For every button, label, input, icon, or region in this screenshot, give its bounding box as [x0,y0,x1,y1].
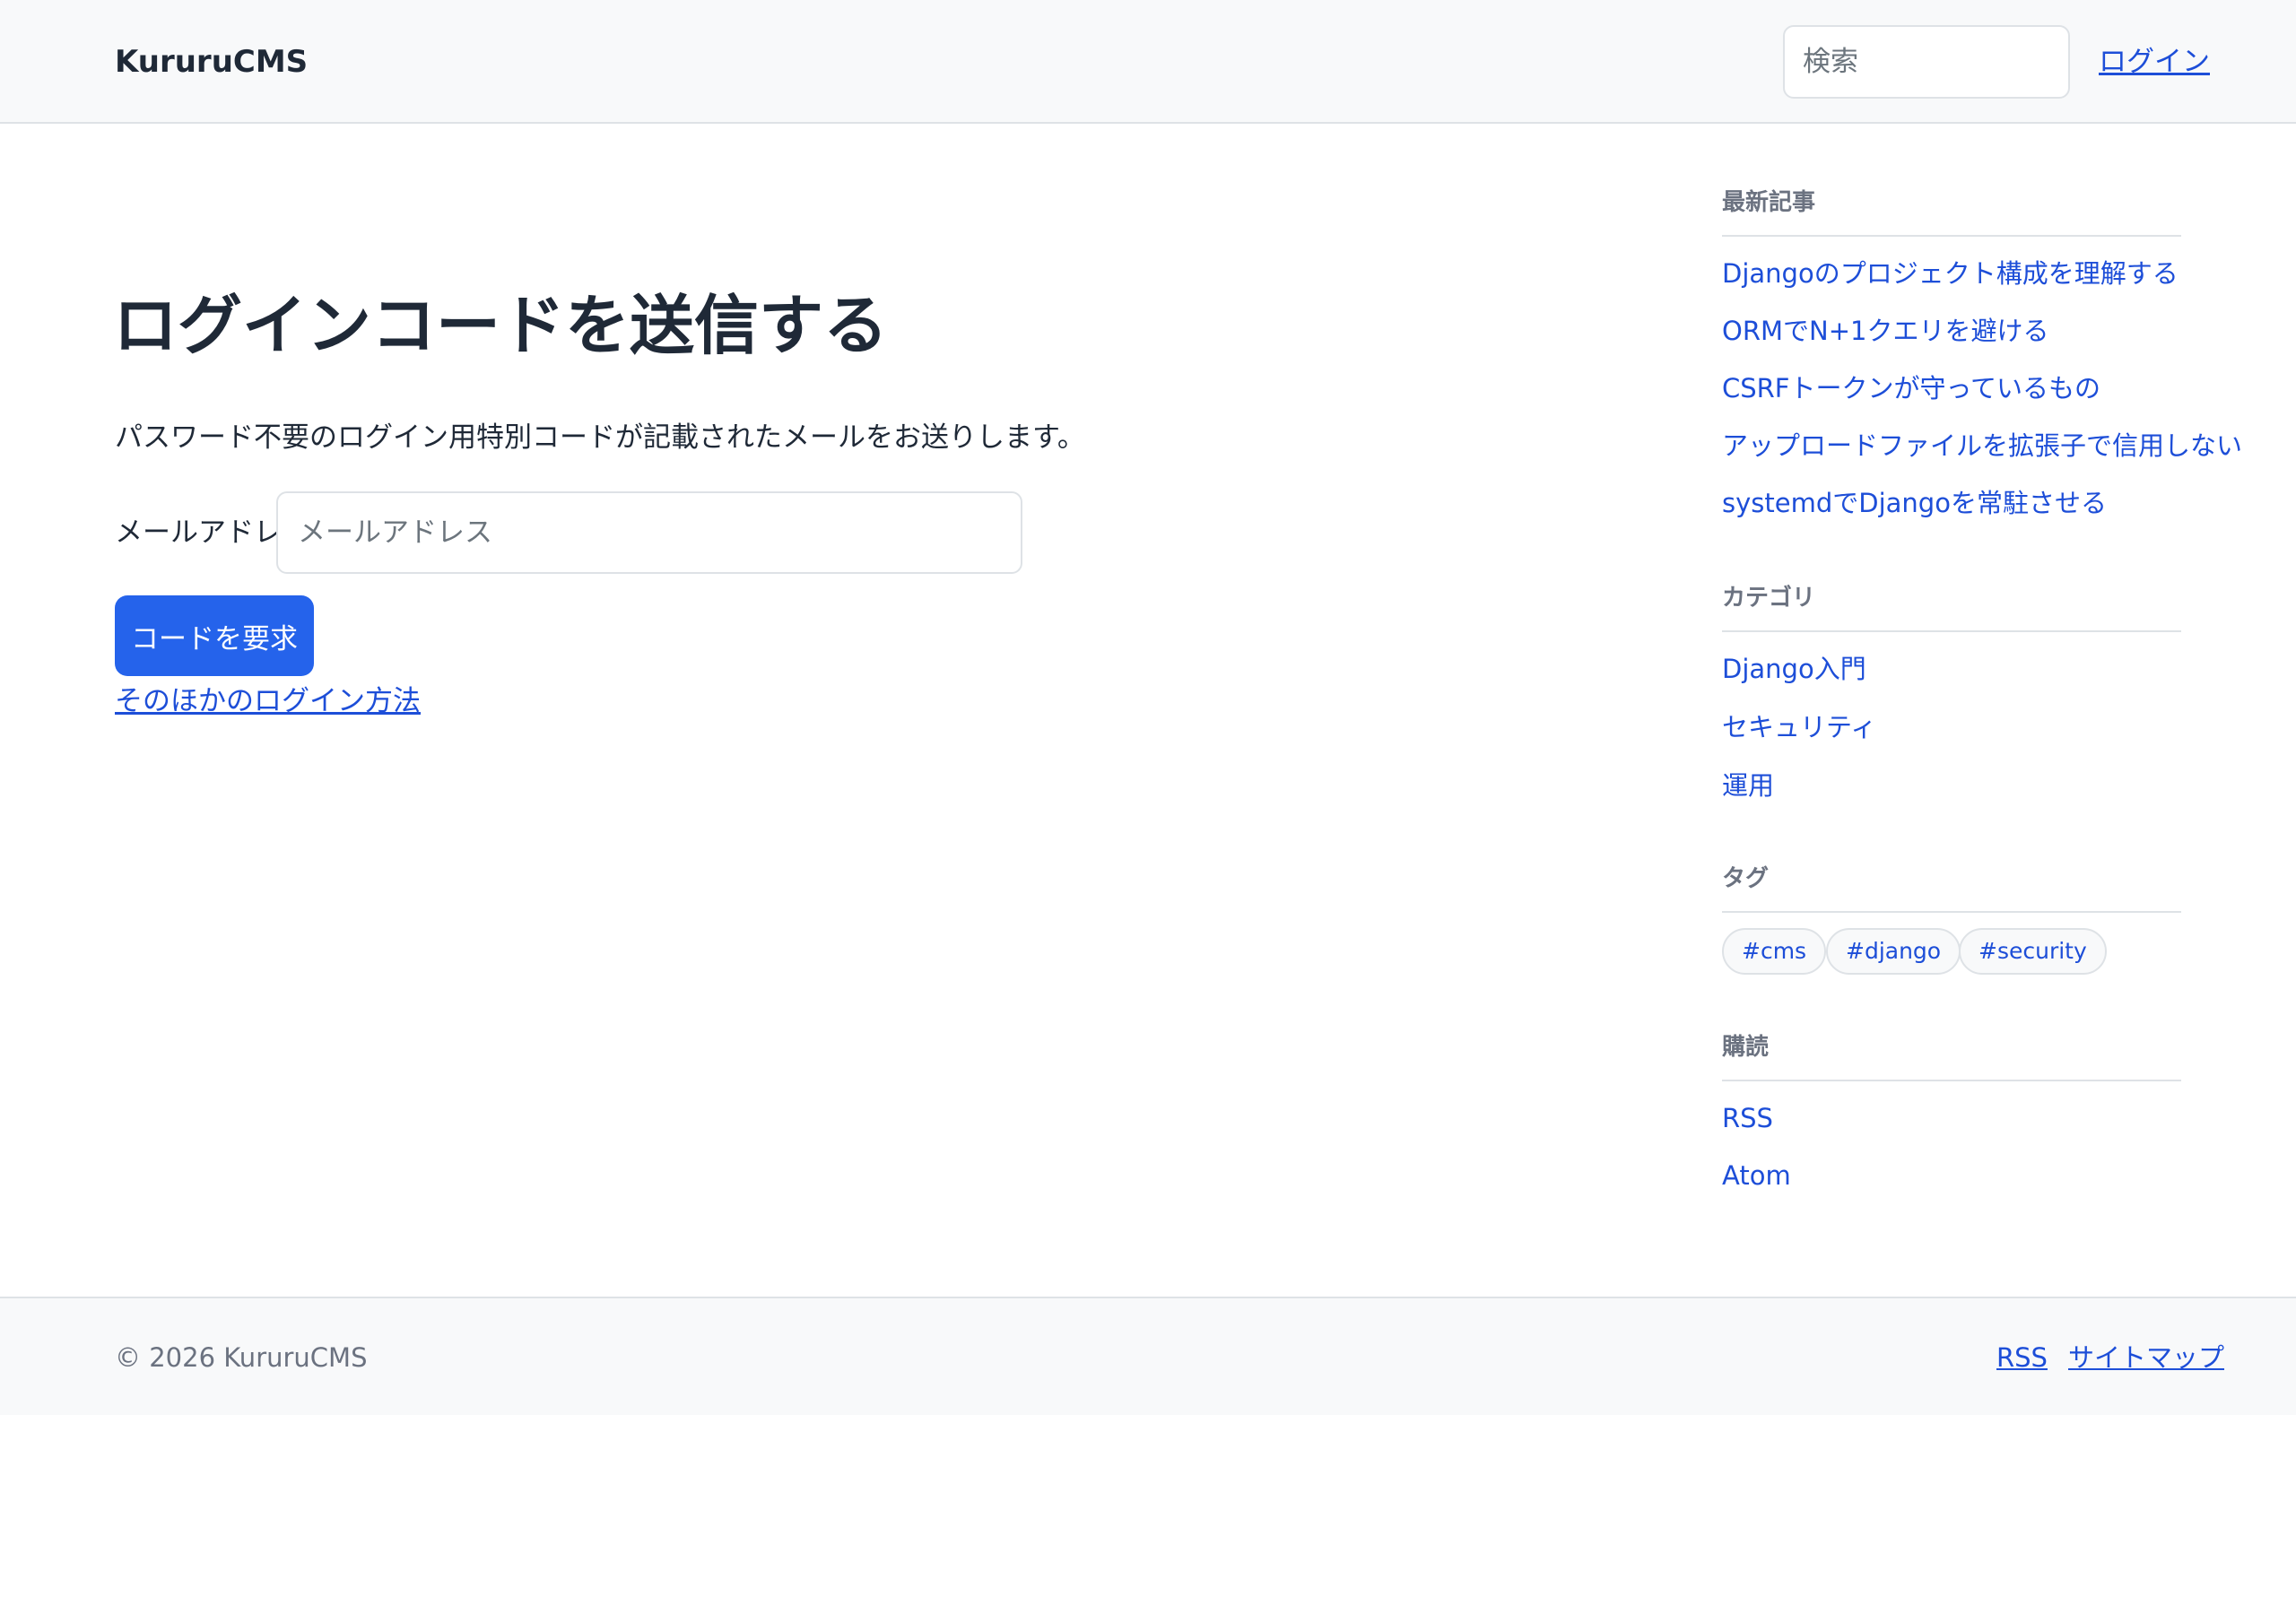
tag-pill[interactable]: #security [1959,928,2107,975]
tags-heading: タグ [1722,861,2181,913]
recent-post-link[interactable]: ORMでN+1クエリを避ける [1722,311,2048,351]
email-input[interactable] [276,491,1022,574]
page-description: パスワード不要のログイン用特別コードが記載されたメールをお送りします。 [115,421,1085,454]
recent-posts-heading: 最新記事 [1722,185,2181,237]
recent-post-link[interactable]: Djangoのプロジェクト構成を理解する [1722,254,2179,293]
site-header: KururuCMS ログイン [0,0,2296,124]
login-link[interactable]: ログイン [2099,39,2210,84]
categories-heading: カテゴリ [1722,580,2181,632]
category-link[interactable]: 運用 [1722,766,1774,805]
category-link[interactable]: セキュリティ [1722,707,1876,747]
atom-feed-link[interactable]: Atom [1722,1156,1791,1195]
other-login-link[interactable]: そのほかのログイン方法 [115,681,421,721]
site-footer: © 2026 KururuCMS RSS サイトマップ [0,1297,2296,1415]
site-brand[interactable]: KururuCMS [115,39,308,84]
tag-pill[interactable]: #django [1826,928,1961,975]
page-title: ログインコードを送信する [113,288,889,363]
tag-pill[interactable]: #cms [1722,928,1827,975]
rss-feed-link[interactable]: RSS [1722,1098,1773,1138]
copyright: © 2026 KururuCMS [115,1342,368,1373]
request-code-button[interactable]: コードを要求 [115,595,314,676]
recent-post-link[interactable]: systemdでDjangoを常駐させる [1722,483,2107,523]
recent-post-link[interactable]: アップロードファイルを拡張子で信用しない [1722,426,2242,465]
category-link[interactable]: Django入門 [1722,649,1866,689]
recent-post-link[interactable]: CSRFトークンが守っているもの [1722,369,2100,408]
subscribe-heading: 購読 [1722,1029,2181,1081]
search-input[interactable] [1783,25,2070,99]
footer-sitemap-link[interactable]: サイトマップ [2068,1338,2224,1377]
footer-rss-link[interactable]: RSS [1996,1338,2048,1377]
